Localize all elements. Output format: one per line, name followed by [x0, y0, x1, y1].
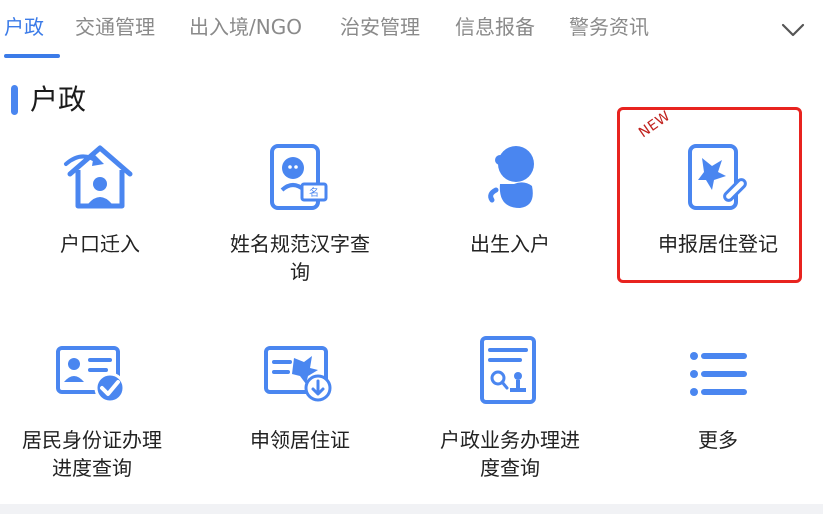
tab-public-security[interactable]: 治安管理 — [340, 10, 420, 44]
tile-label: 户口迁入 — [60, 232, 140, 256]
tile-name-lookup[interactable]: 名 姓名规范汉字查 询 — [200, 140, 400, 300]
tab-info-report[interactable]: 信息报备 — [455, 10, 535, 44]
baby-icon — [488, 146, 534, 208]
tile-residence-permit[interactable]: 申领居住证 — [200, 340, 400, 500]
svg-text:名: 名 — [309, 186, 319, 199]
section-title: 户政 — [30, 83, 87, 116]
tile-birth-registration[interactable]: 出生入户 — [410, 140, 610, 300]
tile-label: 出生入户 — [470, 232, 550, 256]
tile-label: 更多 — [698, 428, 738, 452]
residence-permit-icon — [264, 346, 332, 402]
house-transfer-icon — [64, 145, 133, 209]
tile-business-progress[interactable]: 户政业务办理进 度查询 — [410, 336, 610, 500]
category-tab-bar: 户政 交通管理 出入境/NGO 治安管理 信息报备 警务资讯 — [0, 0, 823, 60]
tile-label: 户政业务办理进 — [440, 428, 580, 452]
tile-label: 姓名规范汉字查 — [230, 232, 370, 256]
document-search-icon — [480, 336, 536, 404]
more-list-icon — [690, 352, 747, 396]
tile-label: 居民身份证办理 — [22, 428, 162, 452]
section-accent-bar — [11, 85, 18, 115]
tile-label-line2: 进度查询 — [52, 456, 132, 480]
tile-more[interactable]: 更多 — [618, 340, 818, 500]
tile-label-line2: 询 — [290, 260, 310, 284]
tile-hukou-transfer[interactable]: 户口迁入 — [0, 140, 200, 300]
tile-id-card-progress[interactable]: 居民身份证办理 进度查询 — [0, 340, 192, 500]
bottom-divider — [0, 504, 823, 514]
id-card-check-icon — [56, 346, 126, 404]
tab-traffic[interactable]: 交通管理 — [75, 10, 155, 44]
tile-label-line2: 度查询 — [480, 456, 540, 480]
chevron-down-icon[interactable] — [778, 14, 808, 44]
tab-police-news[interactable]: 警务资讯 — [569, 10, 649, 44]
active-tab-indicator — [4, 54, 60, 58]
name-lookup-icon: 名 — [270, 144, 328, 210]
tile-label: 申领居住证 — [250, 428, 350, 452]
tab-entry-exit[interactable]: 出入境/NGO — [189, 10, 302, 44]
tab-huzheng[interactable]: 户政 — [4, 10, 44, 44]
